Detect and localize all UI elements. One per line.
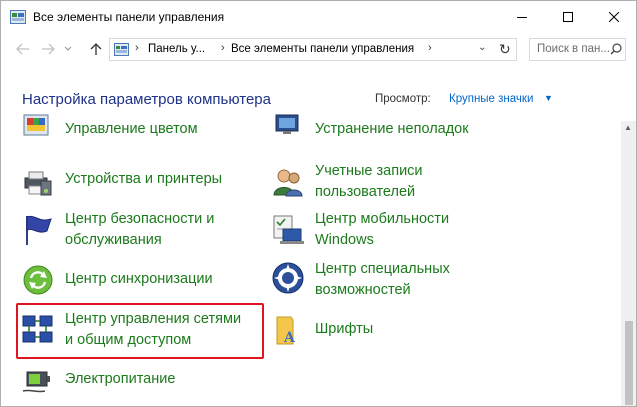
breadcrumb-all-items[interactable]: Все элементы панели управления	[231, 43, 414, 55]
devices-printers-icon	[24, 171, 52, 196]
sync-center-icon	[23, 265, 53, 295]
view-mode-caret-icon[interactable]: ▼	[544, 93, 553, 103]
item-label-line-2[interactable]: пользователей	[315, 182, 415, 203]
color-management-icon	[23, 114, 49, 136]
arrow-up-icon	[90, 43, 102, 55]
item-label[interactable]: Шрифты	[315, 319, 373, 340]
item-ease-of-access[interactable]: Центр специальных возможностей	[271, 259, 511, 301]
address-history-chevron-icon[interactable]: ⌄	[478, 42, 486, 53]
item-power-options[interactable]: Электропитание	[21, 363, 251, 399]
item-label-line-2[interactable]: Windows	[315, 230, 374, 251]
arrow-right-icon	[42, 43, 55, 55]
item-color-management[interactable]: Управление цветом	[21, 105, 251, 145]
item-label-line-1[interactable]: Учетные записи	[315, 161, 423, 182]
power-options-icon	[22, 371, 50, 393]
item-label-line-1[interactable]: Центр мобильности	[315, 209, 449, 230]
search-box[interactable]: Поиск в пан...	[529, 38, 626, 61]
item-troubleshooting[interactable]: Устранение неполадок	[271, 105, 511, 145]
search-placeholder[interactable]: Поиск в пан...	[537, 43, 610, 55]
item-label[interactable]: Устройства и принтеры	[65, 169, 222, 190]
breadcrumb-control-panel[interactable]: Панель у...	[148, 43, 205, 55]
item-label[interactable]: Управление цветом	[65, 119, 198, 140]
maximize-icon	[563, 12, 573, 22]
item-security-maintenance[interactable]: Центр безопасности и обслуживания	[21, 209, 251, 251]
chevron-down-icon	[64, 46, 72, 51]
up-button[interactable]	[86, 39, 106, 59]
security-maintenance-flag-icon	[26, 215, 52, 245]
highlight-box	[16, 303, 264, 359]
item-fonts[interactable]: A Шрифты	[271, 313, 511, 349]
view-mode-dropdown[interactable]: Крупные значки	[449, 93, 533, 105]
scroll-up-arrow-icon[interactable]: ▲	[624, 123, 632, 132]
breadcrumb-separator[interactable]: ›	[135, 42, 139, 54]
back-button[interactable]	[13, 39, 33, 59]
breadcrumb-separator[interactable]: ›	[428, 42, 432, 54]
search-icon[interactable]	[610, 43, 622, 55]
control-panel-icon	[114, 43, 129, 56]
user-accounts-icon	[273, 169, 303, 197]
svg-text:A: A	[283, 330, 296, 346]
title-bar: Все элементы панели управления	[1, 1, 636, 33]
item-label-line-1[interactable]: Центр безопасности и	[65, 209, 214, 230]
minimize-icon	[517, 17, 527, 18]
forward-button[interactable]	[38, 39, 58, 59]
item-label-line-2[interactable]: возможностей	[315, 280, 411, 301]
vertical-scrollbar[interactable]: ▲	[621, 121, 636, 406]
control-panel-window: Все элементы панели управления › Панель …	[0, 0, 637, 407]
arrow-left-icon	[16, 43, 29, 55]
control-panel-app-icon	[10, 10, 26, 24]
scroll-thumb[interactable]	[625, 321, 633, 405]
item-label[interactable]: Центр синхронизации	[65, 269, 213, 290]
address-bar[interactable]: › Панель у... › Все элементы панели упра…	[109, 38, 517, 61]
item-sync-center[interactable]: Центр синхронизации	[21, 263, 251, 299]
breadcrumb-separator[interactable]: ›	[221, 42, 225, 54]
item-label[interactable]: Устранение неполадок	[315, 119, 469, 140]
item-mobility-center[interactable]: Центр мобильности Windows	[271, 209, 511, 251]
mobility-center-icon	[273, 215, 304, 244]
item-label-line-1[interactable]: Центр специальных	[315, 259, 450, 280]
minimize-button[interactable]	[499, 1, 545, 33]
window-title: Все элементы панели управления	[33, 10, 225, 24]
close-button[interactable]	[591, 1, 636, 33]
recent-locations-button[interactable]	[61, 39, 75, 59]
ease-of-access-icon	[272, 262, 304, 294]
item-label[interactable]: Электропитание	[65, 369, 175, 390]
refresh-icon[interactable]: ↻	[499, 41, 511, 58]
troubleshooting-icon	[275, 114, 299, 134]
item-devices-printers[interactable]: Устройства и принтеры	[21, 166, 251, 202]
fonts-folder-icon: A	[276, 316, 296, 346]
close-icon	[609, 12, 619, 22]
item-label-line-2[interactable]: обслуживания	[65, 230, 162, 251]
view-label: Просмотр:	[375, 93, 431, 105]
item-user-accounts[interactable]: Учетные записи пользователей	[271, 161, 511, 203]
maximize-button[interactable]	[545, 1, 591, 33]
